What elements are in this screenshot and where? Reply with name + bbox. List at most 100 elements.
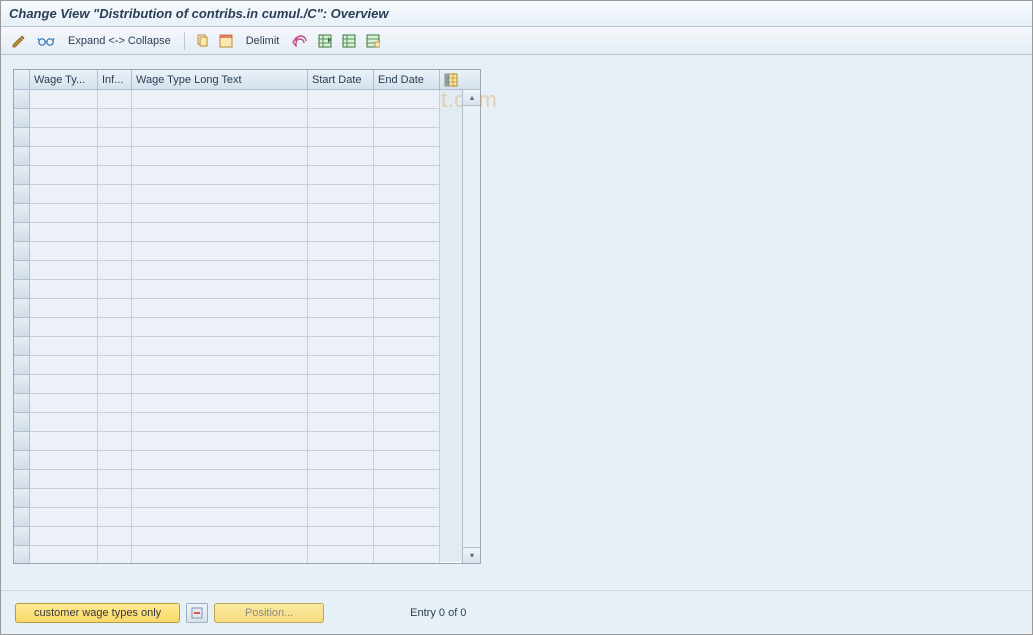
table-row[interactable]: [14, 356, 462, 375]
table-cell[interactable]: [374, 109, 440, 128]
table-cell[interactable]: [132, 242, 308, 261]
row-selector-cell[interactable]: [14, 337, 30, 356]
table-cell[interactable]: [98, 394, 132, 413]
table-cell[interactable]: [308, 299, 374, 318]
table-config-icon[interactable]: [362, 31, 384, 51]
table-cell[interactable]: [132, 394, 308, 413]
row-selector-cell[interactable]: [14, 508, 30, 527]
table-row[interactable]: [14, 413, 462, 432]
table-cell[interactable]: [308, 109, 374, 128]
table-cell[interactable]: [308, 128, 374, 147]
table-cell[interactable]: [132, 470, 308, 489]
row-selector-cell[interactable]: [14, 280, 30, 299]
table-cell[interactable]: [30, 261, 98, 280]
table-cell[interactable]: [98, 128, 132, 147]
table-cell[interactable]: [374, 185, 440, 204]
row-selector-cell[interactable]: [14, 527, 30, 546]
table-cell[interactable]: [374, 280, 440, 299]
table-cell[interactable]: [374, 128, 440, 147]
table-cell[interactable]: [308, 204, 374, 223]
row-selector-cell[interactable]: [14, 489, 30, 508]
table-cell[interactable]: [308, 470, 374, 489]
table-cell[interactable]: [30, 147, 98, 166]
table-row[interactable]: [14, 527, 462, 546]
table-cell[interactable]: [30, 508, 98, 527]
table-cell[interactable]: [374, 166, 440, 185]
table-row[interactable]: [14, 128, 462, 147]
table-cell[interactable]: [30, 185, 98, 204]
table-cell[interactable]: [98, 432, 132, 451]
table-cell[interactable]: [308, 166, 374, 185]
row-selector-cell[interactable]: [14, 413, 30, 432]
table-deselect-icon[interactable]: [338, 31, 360, 51]
table-cell[interactable]: [308, 432, 374, 451]
scroll-up-icon[interactable]: ▴: [463, 90, 480, 106]
table-cell[interactable]: [132, 489, 308, 508]
table-cell[interactable]: [374, 147, 440, 166]
table-cell[interactable]: [374, 223, 440, 242]
table-cell[interactable]: [98, 261, 132, 280]
row-selector-cell[interactable]: [14, 375, 30, 394]
table-cell[interactable]: [308, 318, 374, 337]
table-row[interactable]: [14, 90, 462, 109]
table-cell[interactable]: [98, 109, 132, 128]
table-cell[interactable]: [308, 394, 374, 413]
column-header-selector[interactable]: [14, 70, 30, 89]
table-cell[interactable]: [30, 90, 98, 109]
table-cell[interactable]: [30, 546, 98, 563]
table-cell[interactable]: [98, 90, 132, 109]
row-selector-cell[interactable]: [14, 356, 30, 375]
row-selector-cell[interactable]: [14, 470, 30, 489]
table-cell[interactable]: [132, 185, 308, 204]
table-cell[interactable]: [30, 489, 98, 508]
table-cell[interactable]: [308, 546, 374, 563]
table-cell[interactable]: [30, 432, 98, 451]
table-cell[interactable]: [30, 299, 98, 318]
table-cell[interactable]: [132, 128, 308, 147]
table-cell[interactable]: [30, 280, 98, 299]
table-cell[interactable]: [374, 508, 440, 527]
column-header-end-date[interactable]: End Date: [374, 70, 440, 89]
table-cell[interactable]: [132, 90, 308, 109]
table-cell[interactable]: [308, 375, 374, 394]
table-cell[interactable]: [132, 451, 308, 470]
table-cell[interactable]: [374, 261, 440, 280]
row-selector-cell[interactable]: [14, 147, 30, 166]
table-cell[interactable]: [30, 223, 98, 242]
table-cell[interactable]: [98, 527, 132, 546]
table-cell[interactable]: [98, 489, 132, 508]
row-selector-cell[interactable]: [14, 128, 30, 147]
row-selector-cell[interactable]: [14, 90, 30, 109]
table-cell[interactable]: [98, 185, 132, 204]
row-selector-cell[interactable]: [14, 432, 30, 451]
row-selector-cell[interactable]: [14, 261, 30, 280]
row-selector-cell[interactable]: [14, 299, 30, 318]
table-cell[interactable]: [308, 489, 374, 508]
table-cell[interactable]: [98, 337, 132, 356]
table-row[interactable]: [14, 470, 462, 489]
table-cell[interactable]: [132, 109, 308, 128]
table-cell[interactable]: [308, 337, 374, 356]
table-row[interactable]: [14, 185, 462, 204]
table-cell[interactable]: [132, 318, 308, 337]
vertical-scrollbar[interactable]: ▴ ▾: [462, 90, 480, 563]
table-cell[interactable]: [308, 90, 374, 109]
column-header-long-text[interactable]: Wage Type Long Text: [132, 70, 308, 89]
table-cell[interactable]: [98, 166, 132, 185]
table-row[interactable]: [14, 394, 462, 413]
table-row[interactable]: [14, 546, 462, 563]
table-cell[interactable]: [308, 451, 374, 470]
table-cell[interactable]: [374, 318, 440, 337]
table-cell[interactable]: [98, 375, 132, 394]
table-cell[interactable]: [98, 204, 132, 223]
position-button[interactable]: Position...: [214, 603, 324, 623]
table-cell[interactable]: [132, 280, 308, 299]
row-selector-cell[interactable]: [14, 185, 30, 204]
table-cell[interactable]: [98, 318, 132, 337]
table-row[interactable]: [14, 318, 462, 337]
table-cell[interactable]: [132, 147, 308, 166]
table-cell[interactable]: [374, 489, 440, 508]
table-cell[interactable]: [98, 470, 132, 489]
table-cell[interactable]: [132, 223, 308, 242]
scroll-track[interactable]: [463, 106, 480, 547]
